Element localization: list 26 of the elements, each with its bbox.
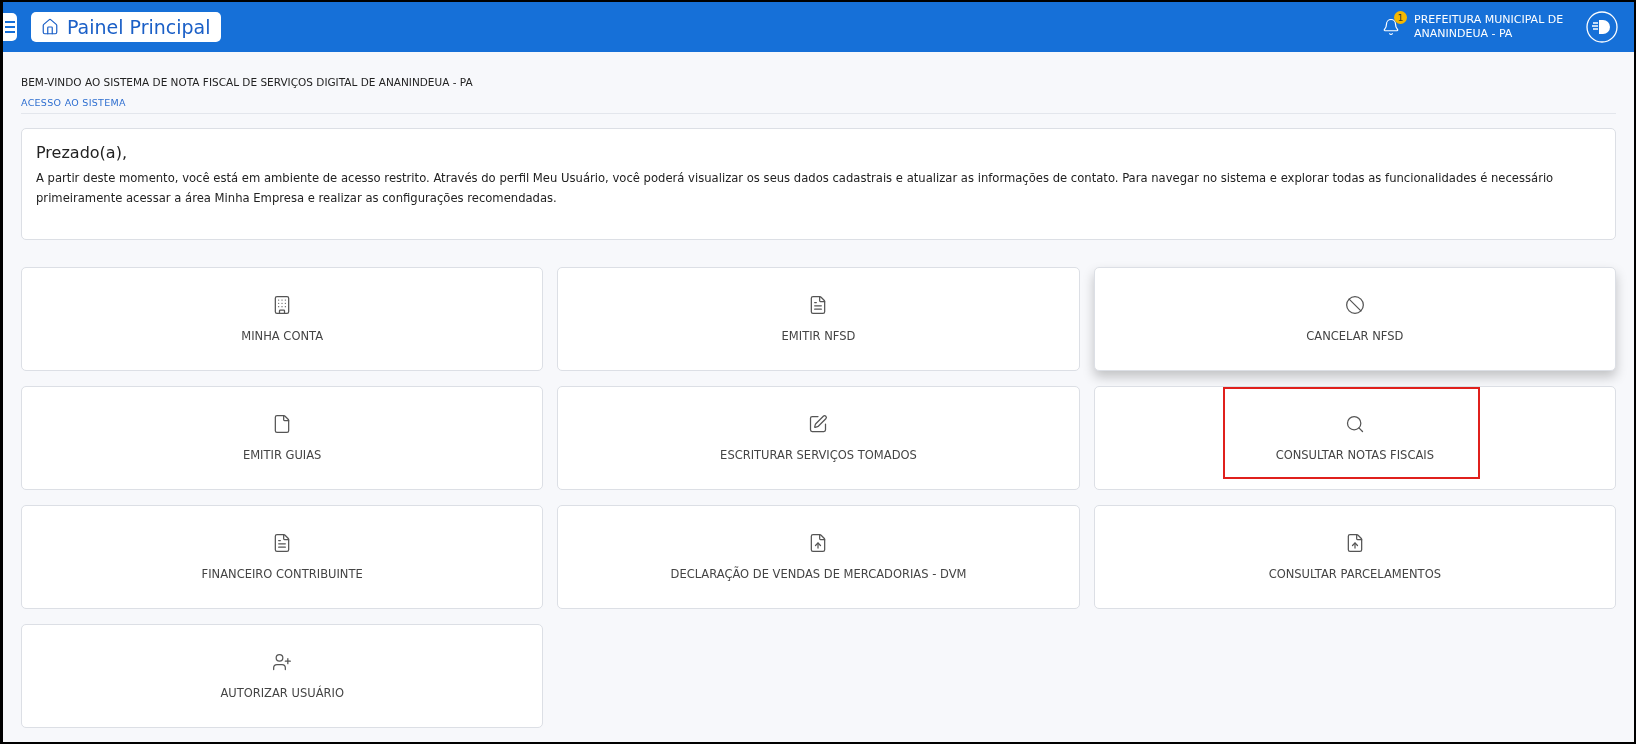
home-icon	[41, 18, 59, 36]
menu-tile[interactable]: EMITIR NFSD	[557, 267, 1080, 371]
notification-count: 1	[1394, 11, 1407, 24]
home-button[interactable]: Painel Principal	[31, 12, 221, 42]
search-icon	[1344, 414, 1365, 434]
prohibited-icon	[1344, 295, 1365, 315]
menu-tile[interactable]: CONSULTAR NOTAS FISCAIS	[1093, 386, 1616, 490]
menu-tile[interactable]: EMITIR GUIAS	[21, 386, 544, 490]
logo-icon	[1586, 11, 1618, 43]
menu-tile[interactable]: CONSULTAR PARCELAMENTOS	[1093, 505, 1616, 609]
menu-tile[interactable]: FINANCEIRO CONTRIBUINTE	[21, 505, 544, 609]
menu-tile[interactable]: DECLARAÇÃO DE VENDAS DE MERCADORIAS - DVM	[557, 505, 1080, 609]
menu-tile[interactable]: ESCRITURAR SERVIÇOS TOMADOS	[557, 386, 1080, 490]
menu-tile[interactable]: AUTORIZAR USUÁRIO	[21, 624, 544, 728]
add-user-icon	[272, 652, 293, 672]
menu-tile[interactable]: MINHA CONTA	[21, 267, 544, 371]
message-text: A partir deste momento, você está em ambiente de acesso restrito. Através do perfil Meu Usuário, você poderá visualizar os seus dados cadastrais e atualizar as informações de contato. Para navegar no sistema e explorar todas as funcionalidades é necessário primeiramente acessar a área Minha Empresa e realizar as configurações recomendadas.	[36, 170, 1555, 207]
menu-button[interactable]	[3, 13, 17, 41]
greeting: Prezado(a),	[36, 143, 128, 162]
menu-icon	[5, 19, 15, 35]
welcome-title: BEM-VINDO AO SISTEMA DE NOTA FISCAL DE SERVIÇOS DIGITAL DE ANANINDEUA - PA	[21, 76, 474, 88]
menu-tile[interactable]: CANCELAR NFSD	[1093, 267, 1616, 371]
edit-icon	[808, 414, 829, 434]
organization-name: PREFEITURA MUNICIPAL DE ANANINDEUA - PA	[1414, 13, 1565, 41]
breadcrumb: ACESSO AO SISTEMA	[21, 97, 1616, 114]
notification-bell-icon[interactable]	[1382, 18, 1400, 36]
